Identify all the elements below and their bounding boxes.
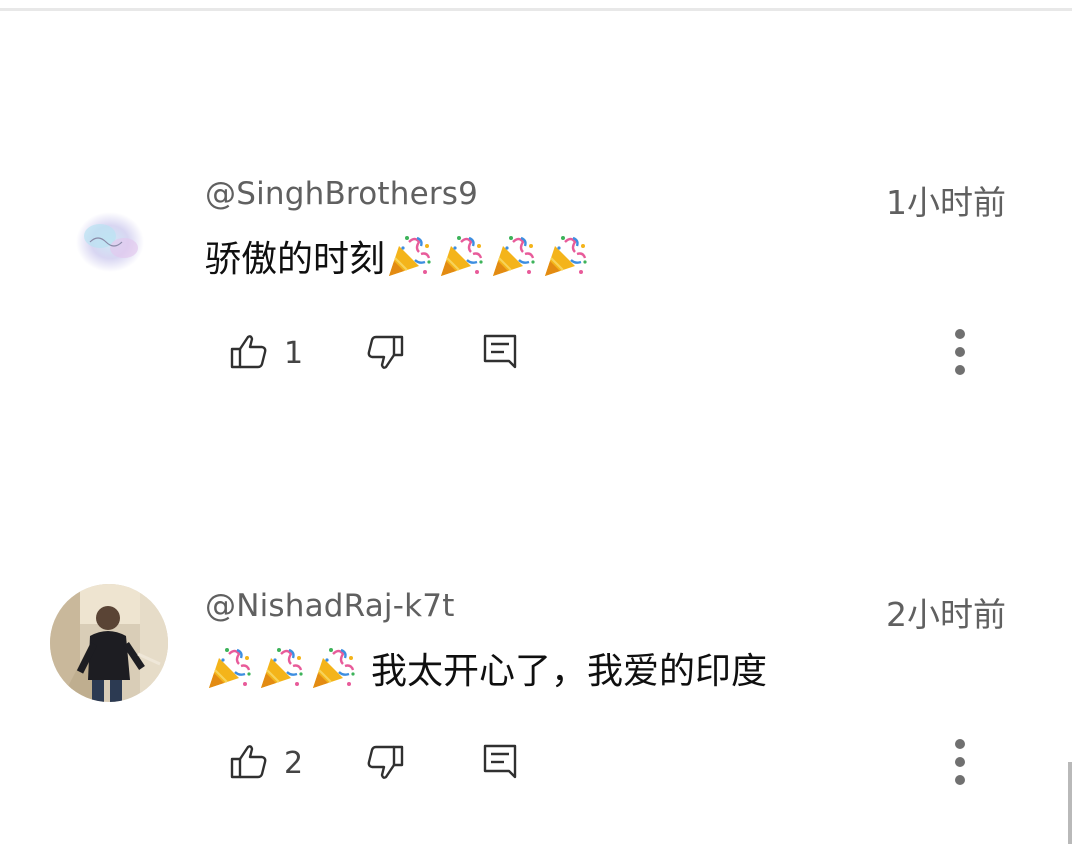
comment-timestamp: 2小时前 bbox=[886, 595, 1006, 634]
more-options-button[interactable] bbox=[940, 326, 980, 382]
thumbs-up-icon bbox=[228, 741, 270, 787]
reply-comment-icon bbox=[480, 741, 520, 787]
scrollbar[interactable] bbox=[1068, 762, 1072, 844]
reply-comment-icon bbox=[480, 331, 520, 377]
comment-timestamp: 1小时前 bbox=[886, 183, 1006, 222]
comment-text-body: 我太开心了，我爱的印度 bbox=[371, 651, 768, 692]
thumbs-down-icon bbox=[364, 331, 406, 377]
comment-text-body: 骄傲的时刻 bbox=[205, 239, 386, 280]
comment-author[interactable]: @NishadRaj-k7t bbox=[205, 588, 455, 624]
party-popper-icon bbox=[309, 644, 357, 692]
party-popper-icon bbox=[385, 232, 433, 280]
reply-button[interactable] bbox=[480, 332, 520, 376]
like-count: 1 bbox=[284, 336, 304, 371]
comment-actions: 2 bbox=[228, 739, 1028, 792]
emoji-group bbox=[205, 644, 357, 692]
dislike-button[interactable] bbox=[364, 332, 406, 376]
emoji-group bbox=[385, 232, 589, 280]
party-popper-icon bbox=[257, 644, 305, 692]
comment-text: 骄傲的时刻 bbox=[205, 230, 589, 282]
more-options-button[interactable] bbox=[940, 736, 980, 792]
thumbs-down-icon bbox=[364, 741, 406, 787]
thumbs-up-icon bbox=[228, 331, 270, 377]
reply-button[interactable] bbox=[480, 742, 520, 786]
like-count: 2 bbox=[284, 746, 304, 781]
party-popper-icon bbox=[205, 644, 253, 692]
avatar[interactable] bbox=[50, 584, 168, 702]
comment-actions: 1 bbox=[228, 329, 1028, 382]
party-popper-icon bbox=[489, 232, 537, 280]
comment-author[interactable]: @SinghBrothers9 bbox=[205, 176, 478, 212]
avatar[interactable] bbox=[60, 188, 160, 288]
like-button[interactable] bbox=[228, 742, 270, 786]
dislike-button[interactable] bbox=[364, 742, 406, 786]
party-popper-icon bbox=[541, 232, 589, 280]
more-vertical-icon bbox=[954, 326, 966, 382]
party-popper-icon bbox=[437, 232, 485, 280]
top-divider bbox=[0, 8, 1072, 11]
comment-text: 我太开心了，我爱的印度 bbox=[205, 642, 767, 694]
more-vertical-icon bbox=[954, 736, 966, 792]
like-button[interactable] bbox=[228, 332, 270, 376]
comments-page: @SinghBrothers9 1小时前 骄傲的时刻 1 @NishadRaj-… bbox=[0, 0, 1072, 844]
